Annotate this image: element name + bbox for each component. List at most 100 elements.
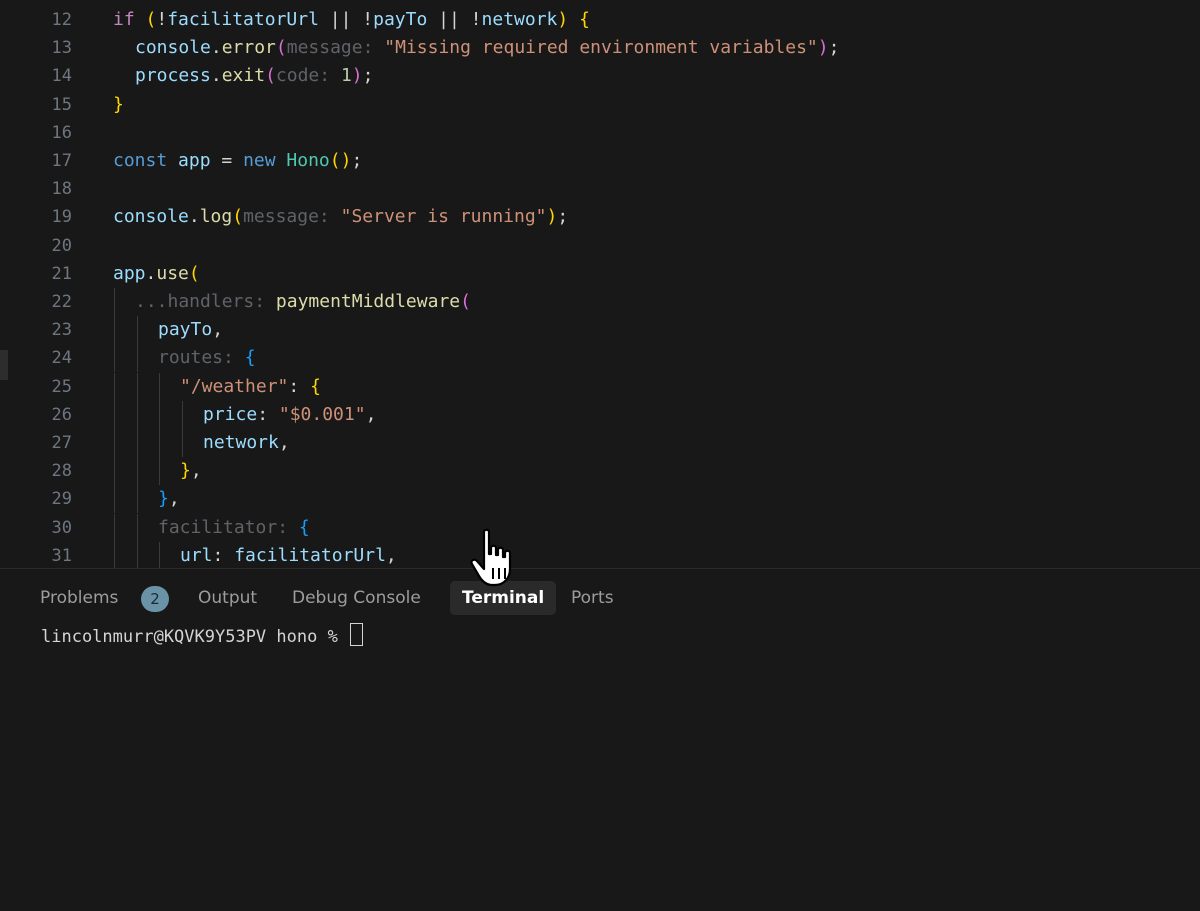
bottom-panel: Problems 2 Output Debug Console Terminal… [0,568,1200,911]
code-token: . [145,262,157,284]
indent-guide [137,485,138,514]
line-number: 18 [51,179,72,200]
tab-problems[interactable]: Problems [40,581,118,615]
code-token: "Missing required environment variables" [384,37,818,59]
code-token: "$0.001" [278,403,366,425]
code-token: || [427,9,471,30]
code-line: 25 "/weather": { [0,372,1200,401]
code-line: 20 [0,232,1200,260]
code-token: ; [362,65,374,87]
code-text: routes: { [158,344,256,372]
code-token: ) [546,206,558,228]
code-token: } [158,488,169,510]
code-line: 24 routes: { [0,344,1200,373]
code-token: ! [156,9,168,30]
code-token: : [257,403,279,425]
code-token: ( [275,37,287,59]
problems-count-badge: 2 [141,586,169,612]
code-token: facilitator: [158,516,299,538]
code-token: "/weather" [180,375,289,397]
code-token: ! [362,9,374,30]
indent-guide [159,400,160,429]
code-token: new [243,150,287,171]
code-token: ! [470,9,482,30]
indent-guide [114,316,115,345]
code-text: process.exit(code: 1); [135,62,373,90]
code-text: if (!facilitatorUrl || !payTo || !networ… [113,6,590,34]
code-token: ( [232,206,244,228]
indent-guide [159,541,160,568]
code-line: 14 process.exit(code: 1); [0,62,1200,90]
indent-guide [114,344,115,373]
code-token: . [210,65,222,87]
code-token: . [210,37,222,59]
indent-guide [114,372,115,401]
indent-guide [114,513,115,542]
code-token: exit [221,65,266,87]
code-token: Hono [286,150,330,171]
code-token: ) [557,9,580,30]
code-token: ) [817,37,829,59]
code-token: ; [828,37,840,59]
code-token: network [481,9,558,30]
tab-ports[interactable]: Ports [571,581,614,615]
code-text: }, [180,457,202,485]
line-number: 29 [51,489,72,510]
code-token: console [135,37,211,59]
code-token: console [113,206,189,228]
line-number: 13 [51,38,72,59]
code-text: "/weather": { [180,373,321,401]
code-token: ; [557,206,569,228]
code-token: { [310,375,321,397]
code-token: code: [275,65,341,87]
indent-guide [137,457,138,486]
code-token: facilitatorUrl [234,544,386,566]
line-number: 30 [51,517,72,538]
tab-output[interactable]: Output [198,581,257,615]
code-line: 16 [0,119,1200,147]
indent-guide [137,541,138,568]
code-token: message: [243,206,341,228]
code-line: 21 app.use( [0,260,1200,288]
code-line: 28}, [0,457,1200,486]
code-token: , [385,544,397,566]
code-editor[interactable]: 12 if (!facilitatorUrl || !payTo || !netw… [0,0,1200,568]
tab-debug-console[interactable]: Debug Console [292,581,421,615]
code-token: , [212,319,224,341]
code-token: message: [286,37,385,59]
code-token: routes: [158,347,245,369]
line-number: 24 [51,348,72,369]
code-text: console.log(message: "Server is running"… [113,203,568,231]
code-token: , [190,460,202,482]
indent-guide [159,429,160,457]
code-token: ...handlers: [135,291,276,312]
code-line: 22 ...handlers: paymentMiddleware( [0,288,1200,316]
line-number: 27 [51,433,72,453]
indent-guide [159,457,160,486]
code-token: if [113,9,146,30]
code-line: 19 console.log(message: "Server is runnin… [0,203,1200,231]
code-token: ; [351,150,363,171]
code-token: : [288,375,311,397]
indent-guide [159,372,160,401]
code-line: 15} [0,91,1200,119]
line-number: 25 [51,376,72,397]
terminal-line[interactable]: lincolnmurr@KQVK9Y53PV hono % [41,623,364,651]
line-number: 23 [51,320,72,341]
code-token: payTo [158,319,213,341]
code-line: 26 price: "$0.001", [0,400,1200,429]
indent-guide [137,372,138,401]
code-token: payTo [373,9,428,30]
code-token: 1 [340,65,352,87]
code-token: facilitatorUrl [167,9,319,30]
code-line: 31 url: facilitatorUrl, [0,541,1200,568]
terminal-prompt: lincolnmurr@KQVK9Y53PV hono % [41,627,349,647]
code-token: "Server is running" [340,206,547,228]
code-line: 13 console.error(message: "Missing requir… [0,34,1200,62]
code-token: . [188,206,200,228]
code-token: } [180,460,191,482]
indent-guide [137,429,138,457]
code-line: 12 if (!facilitatorUrl || !payTo || !netw… [0,6,1200,34]
code-token: ( [460,291,471,312]
code-text: ...handlers: paymentMiddleware( [135,288,471,316]
